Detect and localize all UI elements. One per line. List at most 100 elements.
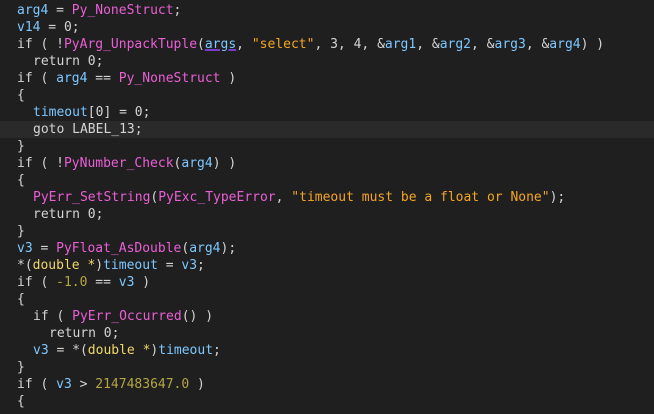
code-editor[interactable]: arg4 = Py_NoneStruct; v14 = 0; if ( !PyArg… bbox=[0, 0, 654, 414]
code-line[interactable]: { bbox=[0, 393, 654, 410]
code-token: = bbox=[157, 258, 182, 273]
code-token: v3 bbox=[181, 258, 198, 273]
code-token: "timeout must be a float or None" bbox=[291, 190, 550, 205]
code-token: PyErr_SetString bbox=[33, 190, 151, 205]
code-token: } bbox=[17, 360, 25, 375]
code-line[interactable]: return 0; bbox=[0, 206, 654, 223]
code-line[interactable]: if ( -1.0 == v3 ) bbox=[0, 274, 654, 291]
code-token: , 3, 4, & bbox=[314, 37, 385, 52]
code-line[interactable]: } bbox=[0, 359, 654, 376]
code-token: arg4 bbox=[56, 71, 88, 86]
code-token: double * bbox=[87, 343, 151, 358]
code-token: == bbox=[87, 275, 119, 290]
code-line[interactable]: *(double *)timeout = v3; bbox=[0, 257, 654, 274]
code-token: timeout bbox=[103, 258, 158, 273]
code-token: , & bbox=[471, 37, 495, 52]
code-token: if ( bbox=[17, 377, 57, 392]
code-token: Py_NoneStruct bbox=[118, 71, 221, 86]
code-token: ) ) bbox=[580, 37, 605, 52]
code-token: = *( bbox=[48, 343, 88, 358]
code-token: 2147483647.0 bbox=[95, 377, 190, 392]
code-token: args bbox=[204, 37, 237, 52]
code-token: if ( ! bbox=[17, 37, 64, 52]
code-line[interactable]: } bbox=[0, 223, 654, 240]
code-token: > bbox=[71, 377, 96, 392]
code-token: PyArg_UnpackTuple bbox=[63, 37, 198, 52]
code-token: goto LABEL_13; bbox=[33, 122, 143, 137]
code-token: v3 bbox=[17, 241, 33, 256]
code-token: "select" bbox=[251, 37, 315, 52]
code-token: arg4 bbox=[17, 3, 49, 18]
code-token: ) bbox=[134, 275, 151, 290]
code-token: , & bbox=[416, 37, 440, 52]
code-line[interactable]: timeout[0] = 0; bbox=[0, 104, 654, 121]
code-token: { bbox=[17, 394, 25, 409]
code-line[interactable]: if ( !PyNumber_Check(arg4) ) bbox=[0, 155, 654, 172]
code-token: ); bbox=[220, 241, 237, 256]
code-line[interactable]: if ( !PyArg_UnpackTuple(args, "select", … bbox=[0, 36, 654, 53]
code-token: , bbox=[275, 190, 292, 205]
code-line[interactable]: goto LABEL_13; bbox=[0, 121, 654, 138]
code-line[interactable]: arg4 = Py_NoneStruct; bbox=[0, 2, 654, 19]
code-line[interactable]: { bbox=[0, 172, 654, 189]
code-token: v3 bbox=[118, 275, 135, 290]
code-token: ) bbox=[220, 71, 237, 86]
code-token: ); bbox=[549, 190, 566, 205]
code-token: timeout bbox=[158, 343, 214, 358]
code-token: arg4 bbox=[181, 156, 213, 171]
code-token: v14 bbox=[17, 20, 41, 35]
code-token: return 0; bbox=[33, 207, 104, 222]
code-token: , bbox=[236, 37, 252, 52]
code-token: ; bbox=[173, 3, 182, 18]
code-token: arg2 bbox=[439, 37, 472, 52]
code-line[interactable]: { bbox=[0, 87, 654, 104]
code-token: PyNumber_Check bbox=[63, 156, 174, 171]
code-line[interactable]: if ( arg4 == Py_NoneStruct ) bbox=[0, 70, 654, 87]
code-token: = bbox=[32, 241, 57, 256]
code-line[interactable]: return 0; bbox=[0, 325, 654, 342]
code-token: PyFloat_AsDouble bbox=[56, 241, 182, 256]
code-token: } bbox=[17, 224, 25, 239]
code-token: *( bbox=[17, 258, 33, 273]
code-line[interactable]: { bbox=[0, 291, 654, 308]
code-token: { bbox=[17, 292, 25, 307]
code-token: v3 bbox=[33, 343, 49, 358]
code-token: return 0; bbox=[49, 326, 120, 341]
code-token: { bbox=[17, 173, 25, 188]
code-line[interactable]: return 0; bbox=[0, 53, 654, 70]
code-token: -1.0 bbox=[56, 275, 88, 290]
code-token: arg3 bbox=[494, 37, 526, 52]
code-token: arg4 bbox=[549, 37, 581, 52]
code-token: } bbox=[17, 139, 25, 154]
code-line[interactable]: v3 = *(double *)timeout; bbox=[0, 342, 654, 359]
code-token: arg1 bbox=[384, 37, 417, 52]
code-line[interactable]: v14 = 0; bbox=[0, 19, 654, 36]
code-line[interactable]: if ( v3 > 2147483647.0 ) bbox=[0, 376, 654, 393]
code-token: [0] = 0; bbox=[87, 105, 151, 120]
code-token: { bbox=[17, 88, 25, 103]
code-line[interactable]: PyErr_SetString(PyExc_TypeError, "timeou… bbox=[0, 189, 654, 206]
code-token: if ( ! bbox=[17, 156, 64, 171]
code-token: return 0; bbox=[33, 54, 104, 69]
code-line[interactable]: if ( PyErr_Occurred() ) bbox=[0, 308, 654, 325]
code-token: () ) bbox=[181, 309, 214, 324]
code-token: v3 bbox=[56, 377, 72, 392]
code-token: if ( bbox=[17, 71, 57, 86]
code-token: ) bbox=[189, 377, 205, 392]
code-token: ; bbox=[213, 343, 221, 358]
code-token: timeout bbox=[33, 105, 88, 120]
code-token: if ( bbox=[33, 309, 73, 324]
code-token: = bbox=[48, 3, 72, 18]
code-token: PyExc_TypeError bbox=[158, 190, 276, 205]
code-line[interactable]: } bbox=[0, 138, 654, 155]
code-token: , & bbox=[525, 37, 550, 52]
code-token: ; bbox=[197, 258, 205, 273]
code-token: PyErr_Occurred bbox=[72, 309, 182, 324]
code-token: == bbox=[87, 71, 119, 86]
code-token: arg4 bbox=[189, 241, 221, 256]
code-token: if ( bbox=[17, 275, 57, 290]
code-line[interactable]: v3 = PyFloat_AsDouble(arg4); bbox=[0, 240, 654, 257]
code-token: double * bbox=[32, 258, 96, 273]
code-token: ) bbox=[95, 258, 104, 273]
code-token: Py_NoneStruct bbox=[71, 3, 174, 18]
